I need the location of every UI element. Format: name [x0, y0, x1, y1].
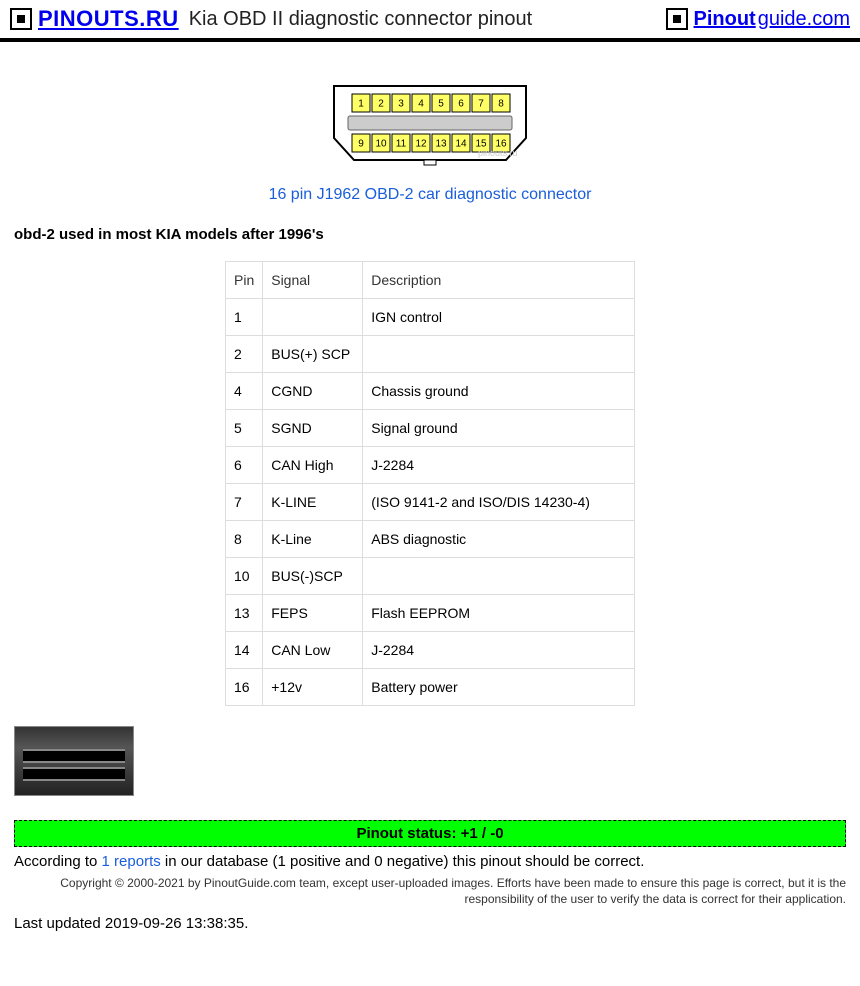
connector-tab: [424, 160, 436, 165]
pin-num-9: 9: [358, 139, 364, 150]
table-row: 14CAN LowJ-2284: [226, 632, 635, 669]
logo-guide-pin: Pinout: [694, 8, 756, 31]
cell-pin: 6: [226, 447, 263, 484]
cell-desc: [363, 336, 635, 373]
table-row: 8K-LineABS diagnostic: [226, 521, 635, 558]
cell-desc: Battery power: [363, 669, 635, 706]
logo-pinoutguide[interactable]: Pinout guide.com: [666, 8, 851, 31]
table-row: 6CAN HighJ-2284: [226, 447, 635, 484]
cell-desc: Signal ground: [363, 410, 635, 447]
cell-pin: 2: [226, 336, 263, 373]
connector-link[interactable]: 16 pin J1962 OBD-2 car diagnostic connec…: [269, 186, 592, 204]
intro-text: obd-2 used in most KIA models after 1996…: [14, 226, 846, 243]
pinout-table: Pin Signal Description 1IGN control2BUS(…: [225, 261, 635, 706]
cell-desc: IGN control: [363, 299, 635, 336]
th-desc: Description: [363, 262, 635, 299]
status-banner: Pinout status: +1 / -0: [14, 820, 846, 847]
cell-pin: 4: [226, 373, 263, 410]
pin-num-4: 4: [418, 99, 424, 110]
pin-num-1: 1: [358, 99, 364, 110]
table-row: 13FEPSFlash EEPROM: [226, 595, 635, 632]
cell-pin: 10: [226, 558, 263, 595]
main-content: 12345678 910111213141516 pinouts.ru 16 p…: [0, 42, 860, 956]
logo-pinouts-ru[interactable]: PINOUTS.RU: [10, 6, 179, 32]
cell-pin: 7: [226, 484, 263, 521]
pin-num-11: 11: [396, 139, 407, 150]
cell-signal: CAN Low: [263, 632, 363, 669]
cell-signal: FEPS: [263, 595, 363, 632]
cell-signal: +12v: [263, 669, 363, 706]
table-header-row: Pin Signal Description: [226, 262, 635, 299]
cell-desc: [363, 558, 635, 595]
logo-guide-guide: guide.com: [758, 8, 850, 31]
cell-pin: 14: [226, 632, 263, 669]
cell-pin: 1: [226, 299, 263, 336]
table-row: 4CGNDChassis ground: [226, 373, 635, 410]
cell-signal: BUS(-)SCP: [263, 558, 363, 595]
table-row: 16+12vBattery power: [226, 669, 635, 706]
cell-desc: Chassis ground: [363, 373, 635, 410]
logo-guide-icon: [666, 8, 688, 30]
pin-num-13: 13: [435, 139, 447, 150]
status-text: According to 1 reports in our database (…: [14, 853, 846, 870]
last-updated: Last updated 2019-09-26 13:38:35.: [14, 915, 846, 932]
status-prefix: According to: [14, 853, 102, 870]
pin-num-10: 10: [375, 139, 387, 150]
connector-diagram-wrap: 12345678 910111213141516 pinouts.ru 16 p…: [14, 82, 846, 204]
cell-signal: [263, 299, 363, 336]
reports-link[interactable]: 1 reports: [102, 853, 161, 870]
cell-pin: 16: [226, 669, 263, 706]
table-row: 7K-LINE(ISO 9141-2 and ISO/DIS 14230-4): [226, 484, 635, 521]
table-row: 5SGNDSignal ground: [226, 410, 635, 447]
pin-num-6: 6: [458, 99, 464, 110]
pin-num-3: 3: [398, 99, 404, 110]
cell-signal: SGND: [263, 410, 363, 447]
cell-pin: 5: [226, 410, 263, 447]
header-bar: PINOUTS.RU Kia OBD II diagnostic connect…: [0, 0, 860, 42]
cell-pin: 13: [226, 595, 263, 632]
cell-desc: J-2284: [363, 632, 635, 669]
cell-signal: CAN High: [263, 447, 363, 484]
cell-desc: J-2284: [363, 447, 635, 484]
logo-left-text: PINOUTS.RU: [38, 6, 179, 32]
th-signal: Signal: [263, 262, 363, 299]
connector-diagram: 12345678 910111213141516 pinouts.ru: [330, 82, 530, 168]
connector-slot: [348, 116, 512, 130]
copyright: Copyright © 2000-2021 by PinoutGuide.com…: [14, 876, 846, 907]
connector-photo: [14, 726, 134, 796]
table-row: 10BUS(-)SCP: [226, 558, 635, 595]
pin-num-7: 7: [478, 99, 484, 110]
logo-icon: [10, 8, 32, 30]
pin-num-14: 14: [455, 139, 467, 150]
cell-signal: K-Line: [263, 521, 363, 558]
th-pin: Pin: [226, 262, 263, 299]
cell-desc: (ISO 9141-2 and ISO/DIS 14230-4): [363, 484, 635, 521]
header-left: PINOUTS.RU Kia OBD II diagnostic connect…: [10, 6, 532, 32]
cell-desc: Flash EEPROM: [363, 595, 635, 632]
watermark: pinouts.ru: [478, 148, 518, 158]
pin-num-12: 12: [415, 139, 427, 150]
table-row: 1 IGN control: [226, 299, 635, 336]
page-title: Kia OBD II diagnostic connector pinout: [189, 8, 533, 31]
cell-signal: K-LINE: [263, 484, 363, 521]
pin-num-5: 5: [438, 99, 444, 110]
status-suffix: in our database (1 positive and 0 negati…: [161, 853, 645, 870]
cell-signal: BUS(+) SCP: [263, 336, 363, 373]
pin-num-8: 8: [498, 99, 504, 110]
pin-num-2: 2: [378, 99, 384, 110]
cell-pin: 8: [226, 521, 263, 558]
cell-desc: ABS diagnostic: [363, 521, 635, 558]
table-row: 2BUS(+) SCP: [226, 336, 635, 373]
cell-signal: CGND: [263, 373, 363, 410]
